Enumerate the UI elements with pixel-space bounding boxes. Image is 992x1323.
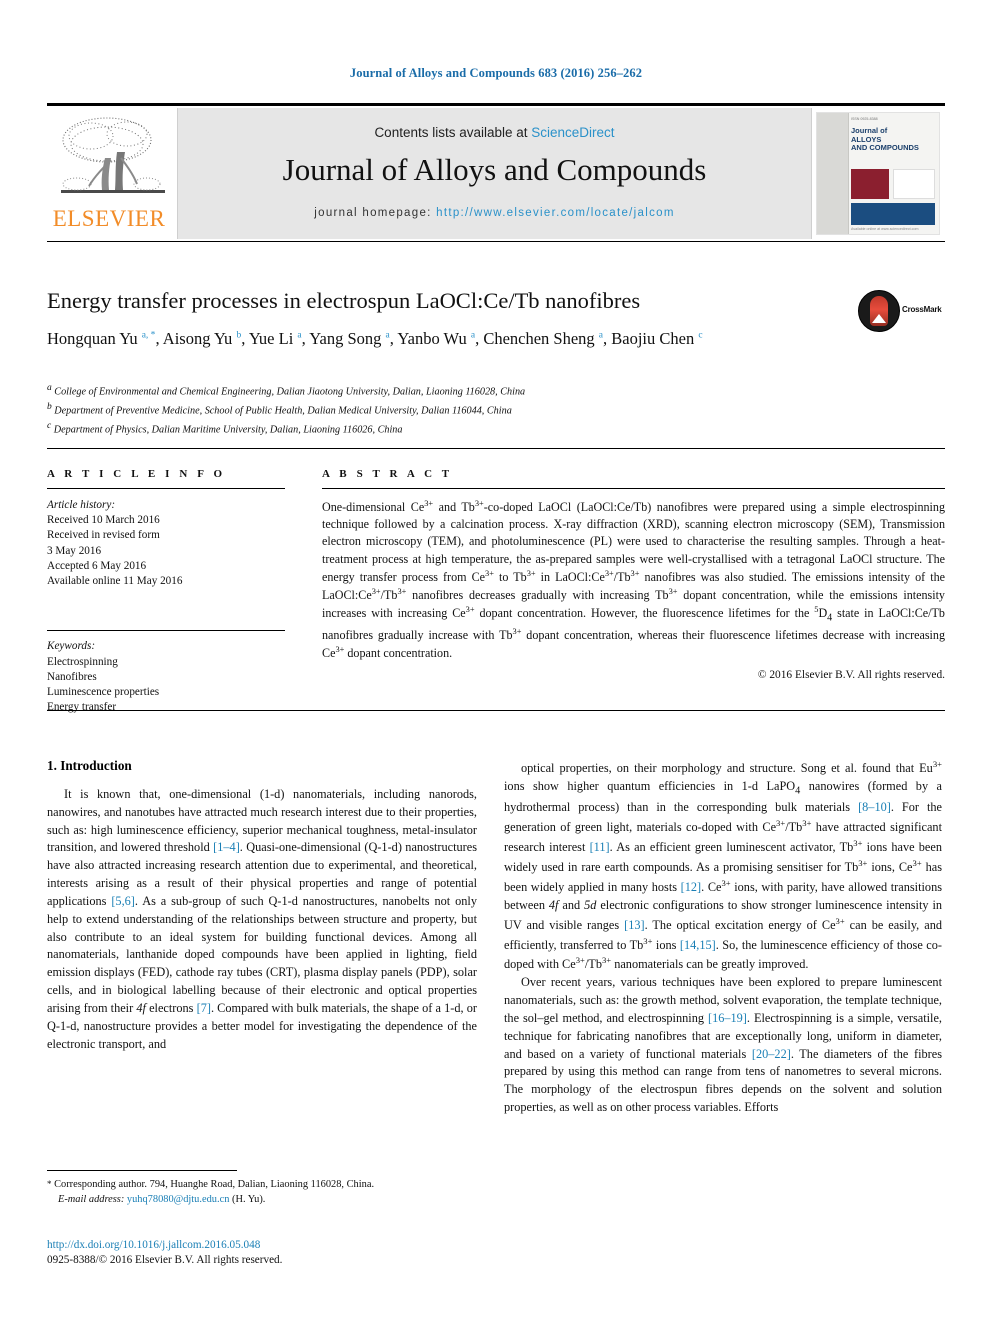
abstract-heading: A B S T R A C T bbox=[322, 468, 453, 480]
doi-link[interactable]: http://dx.doi.org/10.1016/j.jallcom.2016… bbox=[47, 1239, 260, 1251]
article-info-rule bbox=[47, 488, 285, 489]
keywords-rule bbox=[47, 630, 285, 632]
author-name: Aisong Yu b bbox=[162, 329, 242, 348]
article-history-item: Accepted 6 May 2016 bbox=[47, 559, 147, 572]
issn-copyright-line: 0925-8388/© 2016 Elsevier B.V. All right… bbox=[47, 1254, 283, 1267]
affiliation: a College of Environmental and Chemical … bbox=[47, 383, 526, 398]
author-affiliation-mark: a bbox=[598, 330, 604, 341]
affiliation-mark: c bbox=[47, 420, 52, 431]
abstract-column: A B S T R A C T One-dimensional Ce3+ and… bbox=[322, 468, 945, 681]
journal-homepage-line: journal homepage: http://www.elsevier.co… bbox=[178, 207, 811, 219]
contents-prefix: Contents lists available at bbox=[374, 125, 532, 140]
affiliation-mark: b bbox=[47, 401, 52, 412]
author-affiliation-mark: a, * bbox=[141, 330, 156, 341]
keywords-label: Keywords: bbox=[47, 640, 96, 653]
author-name: Yang Song a bbox=[309, 329, 390, 348]
crossmark-badge[interactable]: CrossMark bbox=[858, 290, 944, 332]
affiliation-mark: a bbox=[47, 383, 52, 393]
email-link[interactable]: yuhq78080@djtu.edu.cn bbox=[127, 1194, 230, 1205]
info-divider-bottom bbox=[47, 710, 945, 711]
author-affiliation-mark: a bbox=[297, 330, 302, 341]
body-column-left: 1. Introduction It is known that, one-di… bbox=[47, 758, 477, 1053]
article-title: Energy transfer processes in electrospun… bbox=[47, 288, 641, 313]
journal-title: Journal of Alloys and Compounds bbox=[282, 152, 707, 187]
article-history-item: Received in revised form bbox=[47, 529, 160, 542]
cover-title-line3: AND COMPOUNDS bbox=[851, 143, 919, 153]
journal-masthead: ELSEVIER Contents lists available at Sci… bbox=[47, 103, 945, 239]
article-history-item: Received 10 March 2016 bbox=[47, 514, 160, 527]
article-history-item: 3 May 2016 bbox=[47, 544, 102, 557]
homepage-prefix: journal homepage: bbox=[314, 207, 437, 219]
email-label: E-mail address: bbox=[58, 1193, 125, 1205]
author-affiliation-mark: b bbox=[236, 330, 242, 341]
abstract-copyright: © 2016 Elsevier B.V. All rights reserved… bbox=[757, 669, 945, 682]
keyword-item: Energy transfer bbox=[47, 701, 117, 714]
author-name: Yanbo Wu a bbox=[397, 329, 476, 348]
author-name: Yue Li a bbox=[248, 329, 302, 348]
article-info-column: A R T I C L E I N F O Article history: R… bbox=[47, 468, 285, 716]
cover-spine bbox=[817, 113, 849, 234]
body-paragraph: optical properties, on their morphology … bbox=[504, 759, 943, 972]
title-divider bbox=[47, 241, 945, 242]
running-head: Journal of Alloys and Compounds 683 (201… bbox=[349, 66, 643, 80]
sciencedirect-link[interactable]: ScienceDirect bbox=[531, 125, 614, 140]
body-paragraph: Over recent years, various techniques ha… bbox=[504, 975, 943, 1115]
abstract-text: One-dimensional Ce3+ and Tb3+-co-doped L… bbox=[322, 499, 945, 661]
journal-cover-thumbnail: ISSN 0925-8388 Journal of ALLOYS AND COM… bbox=[811, 108, 944, 239]
article-history: Article history: Received 10 March 2016 R… bbox=[47, 498, 285, 589]
author-name: Baojiu Chen c bbox=[611, 329, 703, 348]
cover-swatch-blue bbox=[851, 203, 935, 225]
keyword-item: Luminescence properties bbox=[47, 686, 160, 699]
email-line: E-mail address: yuhq78080@djtu.edu.cn (H… bbox=[47, 1193, 477, 1208]
author-affiliation-mark: c bbox=[698, 330, 703, 341]
author-affiliation-mark: a bbox=[385, 330, 390, 341]
abstract-rule bbox=[322, 488, 945, 489]
article-history-label: Article history: bbox=[47, 499, 116, 511]
keyword-item: Nanofibres bbox=[47, 670, 97, 683]
footnote-divider bbox=[47, 1170, 237, 1171]
cover-image: ISSN 0925-8388 Journal of ALLOYS AND COM… bbox=[816, 112, 940, 235]
paper-page: Journal of Alloys and Compounds 683 (201… bbox=[0, 0, 992, 1323]
cover-title: Journal of ALLOYS AND COMPOUNDS bbox=[851, 126, 935, 153]
elsevier-logo: ELSEVIER bbox=[47, 108, 178, 239]
cover-swatch-red bbox=[851, 169, 889, 199]
email-suffix: (H. Yu). bbox=[232, 1193, 266, 1205]
doi-block: http://dx.doi.org/10.1016/j.jallcom.2016… bbox=[47, 1238, 477, 1269]
body-paragraph: It is known that, one-dimensional (1-d) … bbox=[47, 787, 478, 1051]
masthead-center: Contents lists available at ScienceDirec… bbox=[178, 108, 811, 239]
cover-issn: ISSN 0925-8388 bbox=[851, 117, 878, 121]
crossmark-icon bbox=[858, 290, 900, 332]
body-column-right: optical properties, on their morphology … bbox=[504, 758, 942, 1117]
corresponding-author-footnote: * Corresponding author. 794, Huanghe Roa… bbox=[47, 1178, 477, 1207]
keyword-item: Electrospinning bbox=[47, 655, 118, 668]
keywords-block: Keywords: Electrospinning Nanofibres Lumin… bbox=[47, 630, 285, 715]
cover-footer-text: Available online at www.sciencedirect.co… bbox=[851, 227, 919, 231]
journal-homepage-link[interactable]: http://www.elsevier.com/locate/jalcom bbox=[436, 207, 675, 219]
author-list: Hongquan Yu a, *, Aisong Yu b, Yue Li a,… bbox=[47, 329, 703, 348]
affiliation: b Department of Preventive Medicine, Sch… bbox=[47, 401, 512, 417]
cover-swatch-white bbox=[893, 169, 935, 199]
elsevier-wordmark: ELSEVIER bbox=[52, 206, 166, 231]
author-name: Hongquan Yu a, * bbox=[47, 329, 156, 348]
article-history-item: Available online 11 May 2016 bbox=[47, 575, 183, 588]
author-name: Chenchen Sheng a bbox=[483, 329, 604, 348]
info-divider-top bbox=[47, 448, 945, 449]
contents-available-line: Contents lists available at ScienceDirec… bbox=[178, 125, 811, 140]
affiliation-list: a College of Environmental and Chemical … bbox=[47, 381, 747, 438]
section-heading-introduction: 1. Introduction bbox=[47, 758, 132, 773]
article-info-heading: A R T I C L E I N F O bbox=[47, 468, 226, 480]
crossmark-triangle bbox=[872, 314, 886, 323]
crossmark-label: CrossMark bbox=[902, 305, 942, 314]
affiliation: c Department of Physics, Dalian Maritime… bbox=[47, 420, 403, 436]
elsevier-tree-icon bbox=[55, 114, 171, 207]
corresponding-author-line: * Corresponding author. 794, Huanghe Roa… bbox=[47, 1179, 375, 1190]
author-affiliation-mark: a bbox=[470, 330, 476, 341]
